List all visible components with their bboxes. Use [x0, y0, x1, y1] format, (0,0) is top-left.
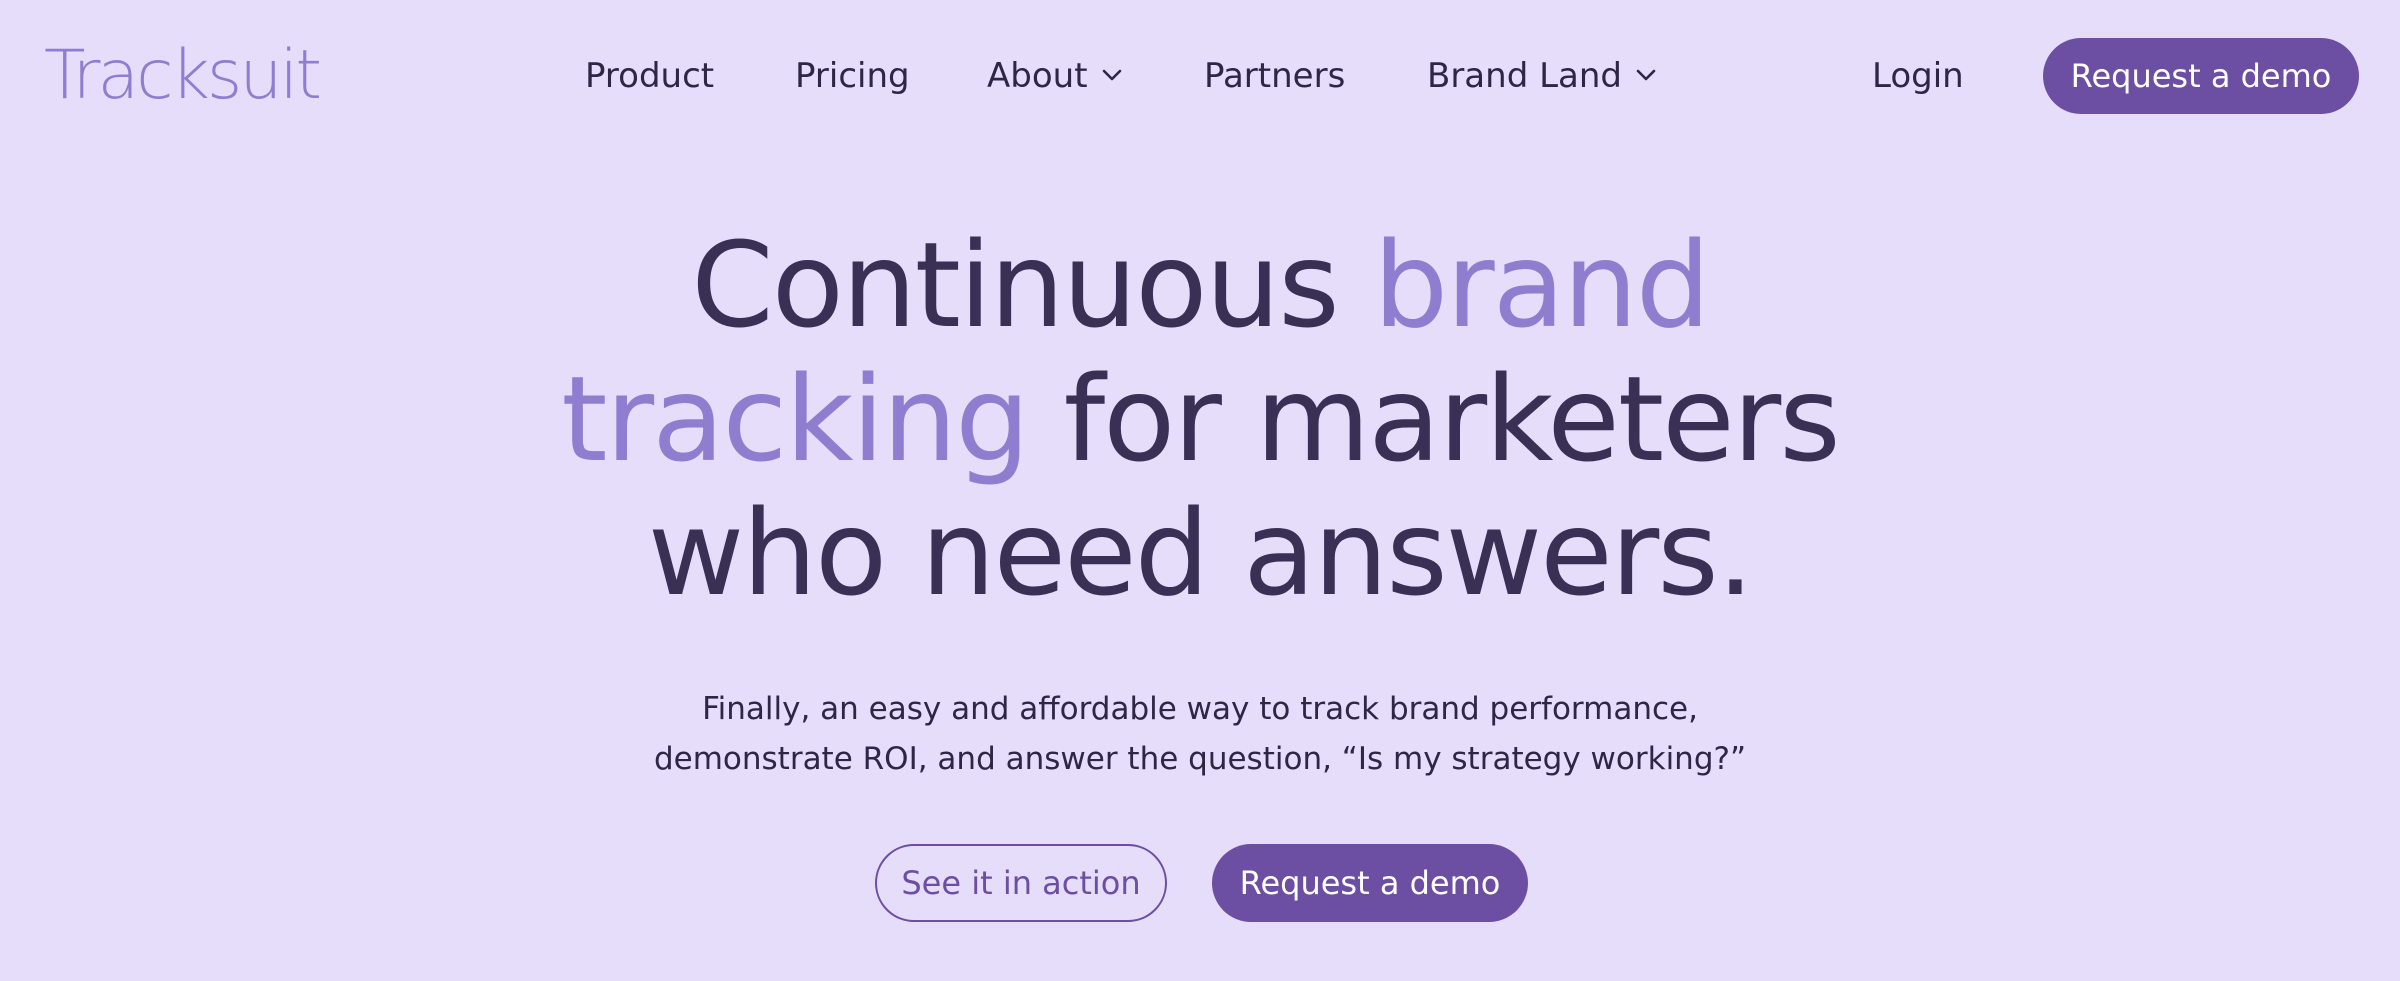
request-demo-header-button[interactable]: Request a demo: [2043, 38, 2359, 114]
hero-heading-text: Continuous: [691, 216, 1374, 354]
hero-heading: Continuous brand tracking for marketers …: [0, 218, 2400, 620]
request-demo-hero-button[interactable]: Request a demo: [1212, 844, 1528, 922]
nav-item-product[interactable]: Product: [585, 52, 714, 100]
nav-item-label: Brand Land: [1427, 56, 1622, 96]
nav-item-pricing[interactable]: Pricing: [795, 52, 910, 100]
nav-item-about[interactable]: About: [987, 52, 1126, 100]
login-link[interactable]: Login: [1872, 52, 1964, 100]
chevron-down-icon: [1636, 68, 1660, 84]
nav-item-partners[interactable]: Partners: [1204, 52, 1345, 100]
nav-item-label: Partners: [1204, 56, 1346, 96]
hero-heading-text: for marketers: [1028, 350, 1841, 488]
chevron-down-icon: [1102, 68, 1126, 84]
nav-item-brand-land[interactable]: Brand Land: [1427, 52, 1660, 100]
hero-subtitle-line: Finally, an easy and affordable way to t…: [702, 691, 1698, 727]
hero-subtitle-line: demonstrate ROI, and answer the question…: [653, 741, 1747, 777]
hero-heading-highlight: tracking: [561, 350, 1030, 488]
hero-heading-text: who need answers.: [647, 484, 1755, 622]
hero-heading-highlight: brand: [1373, 216, 1710, 354]
nav-item-label: Pricing: [795, 56, 910, 96]
see-it-in-action-button[interactable]: See it in action: [875, 844, 1167, 922]
main-nav: Product Pricing About Partners Brand Lan…: [0, 52, 2400, 100]
nav-item-label: About: [987, 56, 1088, 96]
nav-item-label: Product: [585, 56, 715, 96]
hero-subtitle: Finally, an easy and affordable way to t…: [0, 684, 2400, 784]
